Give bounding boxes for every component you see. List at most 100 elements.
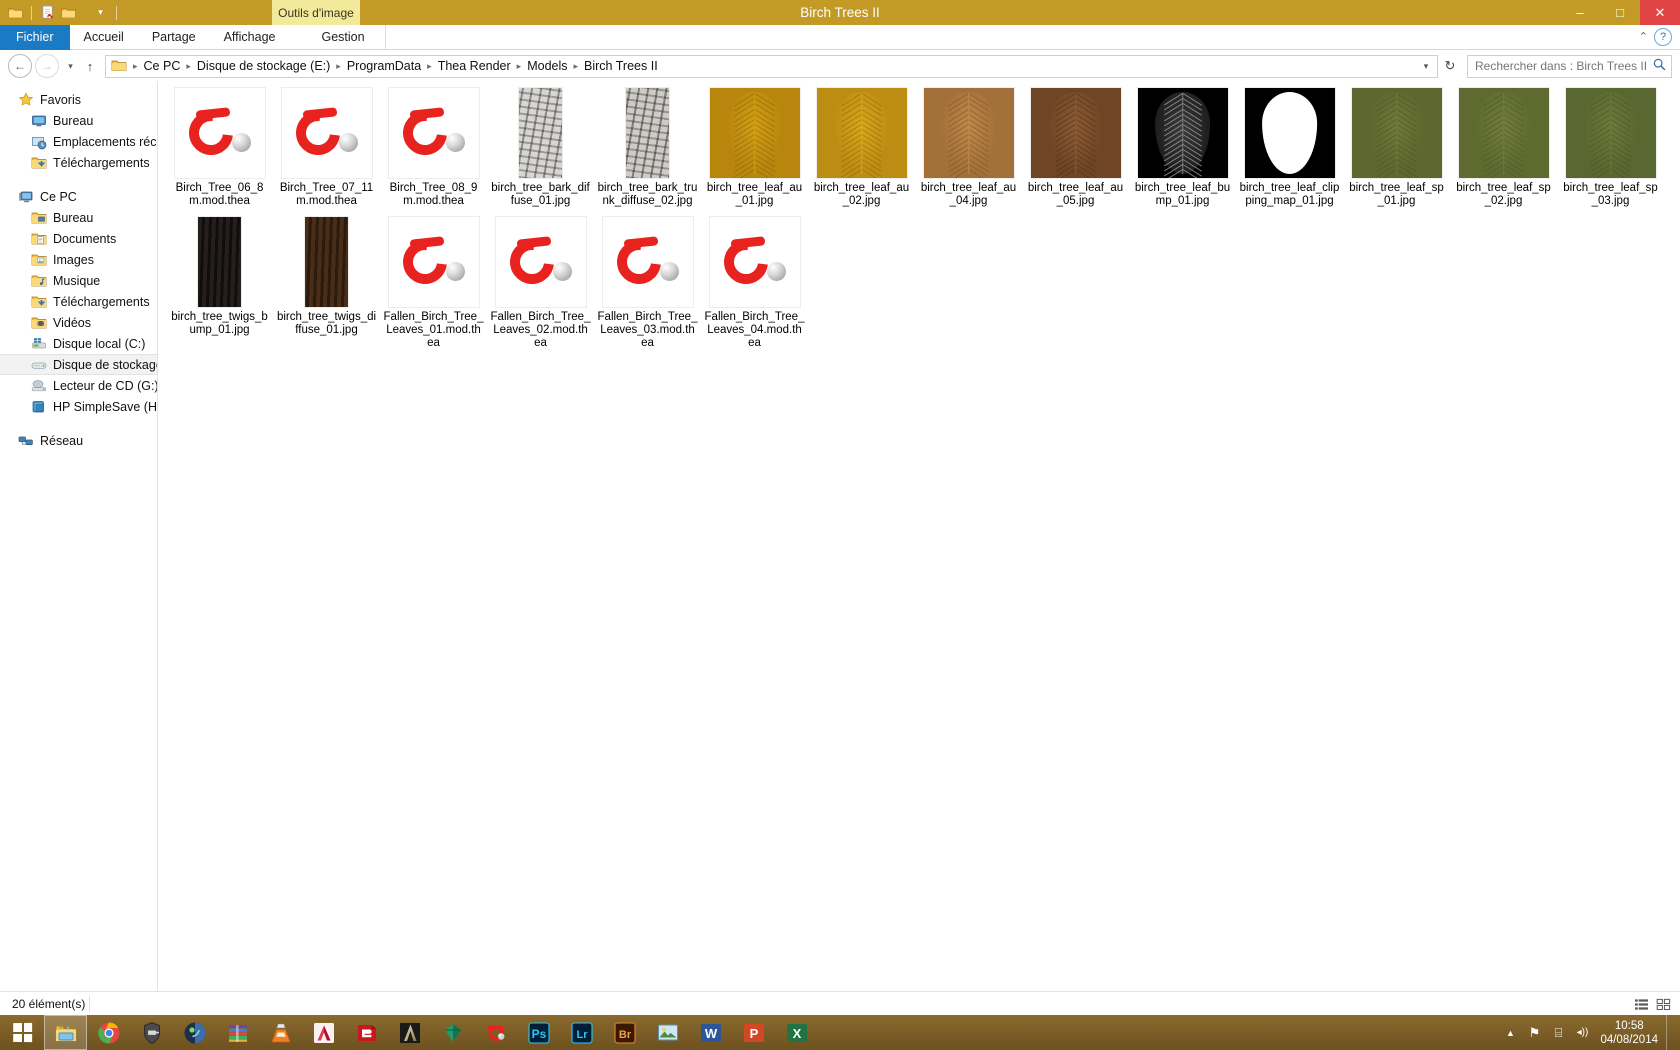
breadcrumb-separator[interactable]: ▸ [333, 61, 344, 72]
tab-fichier[interactable]: Fichier [0, 25, 70, 50]
media-player-icon[interactable] [173, 1015, 216, 1050]
tab-affichage[interactable]: Affichage [210, 25, 290, 50]
file-tile[interactable]: birch_tree_leaf_sp_03.jpg [1557, 87, 1664, 208]
sidebar-item-videos[interactable]: Vidéos [0, 312, 157, 333]
help-icon[interactable]: ? [1654, 28, 1672, 46]
file-tile[interactable]: birch_tree_leaf_clipping_map_01.jpg [1236, 87, 1343, 208]
sidebar-group-ce-pc[interactable]: Ce PC [0, 186, 157, 207]
sidebar-item-documents[interactable]: Documents [0, 228, 157, 249]
breadcrumb-dropdown-icon[interactable]: ▾ [1417, 61, 1435, 72]
clock[interactable]: 10:58 04/08/2014 [1594, 1019, 1666, 1047]
sidebar-item-telechargements-pc[interactable]: Téléchargements [0, 291, 157, 312]
breadcrumb-item-5[interactable]: Birch Trees II [581, 59, 661, 73]
sidebar-item-musique[interactable]: Musique [0, 270, 157, 291]
maximize-button[interactable]: □ [1600, 0, 1640, 25]
world-of-tanks-icon[interactable] [130, 1015, 173, 1050]
expand-ribbon-icon[interactable]: ⌃ [1639, 30, 1648, 43]
file-tile[interactable]: Fallen_Birch_Tree_Leaves_04.mod.thea [701, 216, 808, 350]
breadcrumb-item-1[interactable]: Disque de stockage (E:) [194, 59, 333, 73]
back-button[interactable]: ← [8, 54, 32, 78]
recent-locations-chevron-icon[interactable]: ▾ [62, 54, 79, 78]
file-tile[interactable]: birch_tree_leaf_au_05.jpg [1022, 87, 1129, 208]
breadcrumb-separator[interactable]: ▸ [183, 61, 194, 72]
sidebar-item-disque-local-c[interactable]: Disque local (C:) [0, 333, 157, 354]
sidebar-group-reseau[interactable]: Réseau [0, 430, 157, 451]
autocad-icon[interactable] [302, 1015, 345, 1050]
sketchup-icon[interactable] [345, 1015, 388, 1050]
folder-icon[interactable] [6, 3, 25, 22]
thea-render-icon[interactable] [474, 1015, 517, 1050]
file-tile[interactable]: birch_tree_twigs_diffuse_01.jpg [273, 216, 380, 350]
sidebar-item-hp-simplesave-h[interactable]: HP SimpleSave (H:) [0, 396, 157, 417]
file-tile[interactable]: birch_tree_twigs_bump_01.jpg [166, 216, 273, 350]
tab-gestion[interactable]: Gestion [308, 25, 379, 50]
breadcrumb-separator[interactable]: ▸ [130, 61, 141, 72]
artlantis-icon[interactable] [388, 1015, 431, 1050]
sidebar-item-images[interactable]: Images [0, 249, 157, 270]
file-tile[interactable]: Birch_Tree_07_11m.mod.thea [273, 87, 380, 208]
bridge-icon[interactable]: Br [603, 1015, 646, 1050]
tab-accueil[interactable]: Accueil [70, 25, 138, 50]
breadcrumb-item-3[interactable]: Thea Render [435, 59, 514, 73]
details-view-icon[interactable] [1632, 995, 1650, 1013]
close-button[interactable]: ✕ [1640, 0, 1680, 25]
search-input[interactable] [1475, 59, 1651, 73]
forward-button[interactable]: → [35, 54, 59, 78]
file-tile[interactable]: birch_tree_leaf_sp_02.jpg [1450, 87, 1557, 208]
photoshop-icon[interactable]: Ps [517, 1015, 560, 1050]
file-tile[interactable]: birch_tree_leaf_au_02.jpg [808, 87, 915, 208]
winrar-icon[interactable] [216, 1015, 259, 1050]
file-tile[interactable]: birch_tree_leaf_au_04.jpg [915, 87, 1022, 208]
show-hidden-icons-icon[interactable]: ▲ [1498, 1028, 1522, 1038]
sidebar-group-favoris[interactable]: Favoris [0, 89, 157, 110]
breadcrumb-separator[interactable]: ▸ [514, 61, 525, 72]
file-explorer-icon[interactable] [44, 1015, 87, 1050]
file-tile[interactable]: Fallen_Birch_Tree_Leaves_01.mod.thea [380, 216, 487, 350]
navigation-pane[interactable]: Favoris Bureau Emplacements récents Télé… [0, 81, 158, 991]
file-tile[interactable]: Fallen_Birch_Tree_Leaves_03.mod.thea [594, 216, 701, 350]
tab-partage[interactable]: Partage [138, 25, 210, 50]
customize-chevron-icon[interactable]: ▾ [91, 3, 110, 22]
sidebar-item-telechargements-fav[interactable]: Téléchargements [0, 152, 157, 173]
file-tile[interactable]: birch_tree_leaf_bump_01.jpg [1129, 87, 1236, 208]
file-tile[interactable]: birch_tree_bark_trunk_diffuse_02.jpg [594, 87, 701, 208]
file-tile[interactable]: Birch_Tree_08_9m.mod.thea [380, 87, 487, 208]
file-tile[interactable]: birch_tree_bark_diffuse_01.jpg [487, 87, 594, 208]
up-button[interactable]: ↑ [79, 54, 101, 78]
sidebar-item-bureau[interactable]: Bureau [0, 110, 157, 131]
large-icons-view-icon[interactable] [1654, 995, 1672, 1013]
file-list-pane[interactable]: Birch_Tree_06_8m.mod.thea Birch_Tree_07_1… [159, 81, 1680, 991]
breadcrumb-item-0[interactable]: Ce PC [141, 59, 184, 73]
breadcrumb-bar[interactable]: ▸ Ce PC ▸ Disque de stockage (E:) ▸ Prog… [105, 54, 1438, 78]
properties-icon[interactable] [38, 3, 57, 22]
picture-viewer-icon[interactable] [646, 1015, 689, 1050]
lightroom-icon[interactable]: Lr [560, 1015, 603, 1050]
folder-icon[interactable] [111, 58, 128, 74]
file-tile[interactable]: Birch_Tree_06_8m.mod.thea [166, 87, 273, 208]
excel-icon[interactable]: X [775, 1015, 818, 1050]
word-icon[interactable]: W [689, 1015, 732, 1050]
file-tile[interactable]: birch_tree_leaf_sp_01.jpg [1343, 87, 1450, 208]
gem-icon[interactable] [431, 1015, 474, 1050]
sidebar-item-disque-de-stockage[interactable]: Disque de stockage [0, 354, 157, 375]
file-tile[interactable]: birch_tree_leaf_au_01.jpg [701, 87, 808, 208]
powerpoint-icon[interactable]: P [732, 1015, 775, 1050]
network-icon[interactable]: ⚑ [1522, 1025, 1546, 1041]
sidebar-item-bureau-pc[interactable]: Bureau [0, 207, 157, 228]
display-icon[interactable]: ⌸ [1546, 1025, 1570, 1041]
minimize-button[interactable]: – [1560, 0, 1600, 25]
show-desktop-button[interactable] [1666, 1015, 1674, 1050]
google-chrome-icon[interactable] [87, 1015, 130, 1050]
breadcrumb-item-2[interactable]: ProgramData [344, 59, 424, 73]
vlc-icon[interactable] [259, 1015, 302, 1050]
breadcrumb-separator[interactable]: ▸ [424, 61, 435, 72]
refresh-button[interactable]: ↻ [1438, 58, 1462, 74]
contextual-tab-image-tools[interactable]: Outils d'image [272, 0, 360, 25]
sidebar-item-emplacements-recents[interactable]: Emplacements récents [0, 131, 157, 152]
breadcrumb-separator[interactable]: ▸ [571, 61, 582, 72]
breadcrumb-item-4[interactable]: Models [524, 59, 570, 73]
sidebar-item-lecteur-de-cd-g[interactable]: Lecteur de CD (G:) H [0, 375, 157, 396]
file-tile[interactable]: Fallen_Birch_Tree_Leaves_02.mod.thea [487, 216, 594, 350]
volume-icon[interactable]: ◂)) [1570, 1027, 1594, 1038]
search-icon[interactable] [1651, 58, 1667, 74]
